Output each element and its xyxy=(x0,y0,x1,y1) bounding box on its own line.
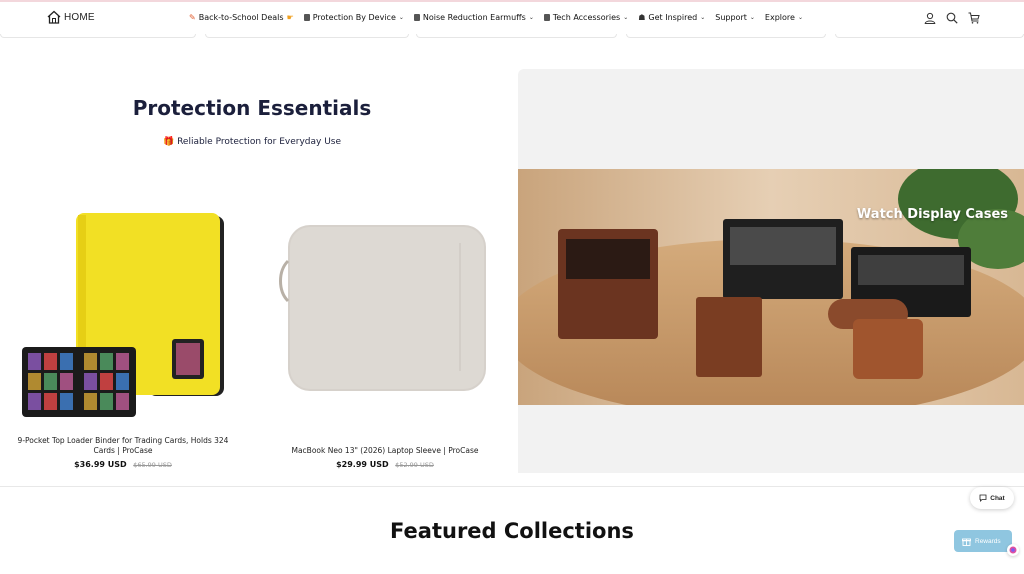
search-icon[interactable] xyxy=(946,12,958,24)
main-nav: ✎ Back-to-School Deals ☛ Protection By D… xyxy=(189,13,803,22)
section-subtitle: 🎁 Reliable Protection for Everyday Use xyxy=(0,137,504,147)
category-card[interactable] xyxy=(205,34,409,38)
cart-icon[interactable] xyxy=(968,12,980,24)
earmuff-icon xyxy=(413,14,420,21)
category-card[interactable] xyxy=(416,34,617,38)
product-card-laptop-sleeve[interactable]: MacBook Neo 13" (2026) Laptop Sleeve | P… xyxy=(274,446,496,469)
site-header: HOME ✎ Back-to-School Deals ☛ Protection… xyxy=(0,2,1024,36)
chevron-down-icon: ⌄ xyxy=(700,14,706,21)
nav-item-noise-reduction[interactable]: Noise Reduction Earmuffs ⌄ xyxy=(413,13,534,22)
nav-item-back-to-school[interactable]: ✎ Back-to-School Deals ☛ xyxy=(189,13,294,22)
chat-label: Chat xyxy=(990,494,1005,502)
category-card[interactable] xyxy=(835,34,1024,38)
chat-button[interactable]: Chat xyxy=(970,487,1014,509)
rewards-button[interactable]: Rewards xyxy=(954,530,1012,552)
product-price: $36.99 USD xyxy=(74,460,127,469)
category-card[interactable] xyxy=(626,34,826,38)
product-name[interactable]: MacBook Neo 13" (2026) Laptop Sleeve | P… xyxy=(274,446,496,456)
promo-banner-watch-cases[interactable]: Watch Display Cases xyxy=(518,169,1024,405)
product-old-price: $65.99 USD xyxy=(133,461,172,469)
product-image-binder[interactable] xyxy=(20,213,226,419)
product-card-binder[interactable]: 9-Pocket Top Loader Binder for Trading C… xyxy=(12,436,234,469)
site-logo[interactable]: HOME xyxy=(46,10,95,24)
product-name[interactable]: 9-Pocket Top Loader Binder for Trading C… xyxy=(12,436,234,456)
product-image-laptop-sleeve[interactable] xyxy=(278,221,488,397)
category-strip xyxy=(0,34,1024,40)
nav-item-protection-by-device[interactable]: Protection By Device ⌄ xyxy=(303,13,404,22)
nav-item-support[interactable]: Support ⌄ xyxy=(715,13,755,22)
category-card[interactable] xyxy=(0,34,196,38)
accessory-icon xyxy=(543,14,550,21)
gift-icon: 🎁 xyxy=(162,137,175,147)
nav-label: Back-to-School Deals xyxy=(198,13,284,22)
hand-icon: ☛ xyxy=(286,13,294,22)
device-icon xyxy=(303,14,310,21)
price-row: $36.99 USD $65.99 USD xyxy=(12,460,234,469)
nav-label: Protection By Device xyxy=(312,13,396,22)
chevron-down-icon: ⌄ xyxy=(749,14,755,21)
nav-label: Noise Reduction Earmuffs xyxy=(422,13,526,22)
price-row: $29.99 USD $52.99 USD xyxy=(274,460,496,469)
nav-item-tech-accessories[interactable]: Tech Accessories ⌄ xyxy=(543,13,629,22)
chat-bubble-icon xyxy=(979,494,987,502)
product-price: $29.99 USD xyxy=(336,460,389,469)
chevron-down-icon: ⌄ xyxy=(623,14,629,21)
nav-label: Support xyxy=(715,13,747,22)
product-old-price: $52.99 USD xyxy=(395,461,434,469)
nav-label: Tech Accessories xyxy=(552,13,621,22)
rewards-label: Rewards xyxy=(975,537,1001,545)
section-divider xyxy=(0,486,1024,487)
logo-text: HOME xyxy=(64,11,95,23)
nav-label: Get Inspired xyxy=(648,13,698,22)
nav-item-get-inspired[interactable]: ☗ Get Inspired ⌄ xyxy=(638,13,705,22)
banner-caption: Watch Display Cases xyxy=(856,207,1008,222)
chevron-down-icon: ⌄ xyxy=(528,14,534,21)
account-icon[interactable] xyxy=(924,12,936,24)
home-logo-icon xyxy=(47,10,61,24)
nav-item-explore[interactable]: Explore ⌄ xyxy=(765,13,803,22)
pencil-icon: ✎ xyxy=(189,13,196,22)
section-title: Protection Essentials xyxy=(132,96,372,120)
header-actions xyxy=(924,12,980,24)
featured-collections-title: Featured Collections xyxy=(390,519,634,543)
network-icon: ☗ xyxy=(638,13,646,22)
section-subtitle-text: Reliable Protection for Everyday Use xyxy=(177,137,342,147)
gift-box-icon xyxy=(962,538,971,546)
nav-label: Explore xyxy=(764,13,795,22)
rewards-logo-icon[interactable] xyxy=(1007,544,1019,556)
chevron-down-icon: ⌄ xyxy=(797,14,803,21)
chevron-down-icon: ⌄ xyxy=(398,14,404,21)
